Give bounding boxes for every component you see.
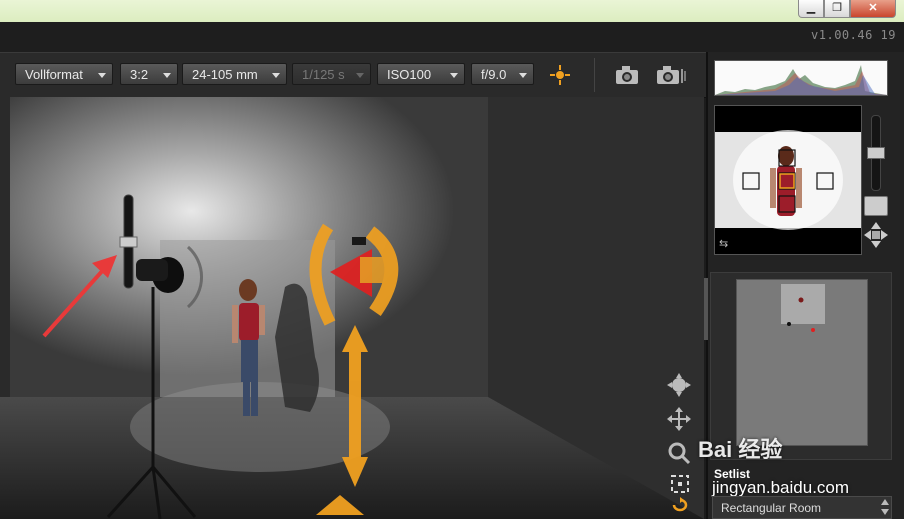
maximize-button[interactable]: ❐ (824, 0, 850, 18)
histogram (714, 60, 888, 96)
camera-icon[interactable] (614, 64, 640, 86)
watermark-url: jingyan.baidu.com (712, 478, 850, 497)
chevron-down-icon (356, 73, 364, 78)
setlist-value: Rectangular Room (721, 501, 822, 515)
floor-plan-room (736, 279, 868, 446)
chevron-down-icon (98, 73, 106, 78)
setlist-spinner-icon[interactable] (880, 497, 890, 517)
chevron-down-icon (519, 73, 527, 78)
chevron-down-icon (450, 73, 458, 78)
format-dropdown[interactable]: Vollformat (15, 63, 113, 85)
chevron-down-icon (163, 73, 171, 78)
zoom-icon[interactable] (667, 441, 691, 465)
iso-dropdown[interactable]: ISO100 (377, 63, 465, 85)
orbit-icon[interactable] (667, 373, 691, 397)
aperture-dropdown[interactable]: f/9.0 (471, 63, 534, 85)
version-label: v1.00.46 19 (811, 28, 896, 42)
pan-icon[interactable] (667, 407, 691, 431)
studio-3d-viewport[interactable] (0, 97, 704, 519)
toolbar-divider (594, 58, 595, 92)
shutter-dropdown[interactable]: 1/125 s (292, 63, 371, 85)
baidu-watermark: Bai 经验 (698, 437, 783, 462)
aspect-ratio-dropdown[interactable]: 3:2 (120, 63, 178, 85)
minimize-button[interactable]: ▁ (798, 0, 824, 18)
preview-zoom-handle[interactable] (867, 147, 885, 159)
chevron-down-icon (272, 73, 280, 78)
fit-view-icon[interactable] (670, 474, 690, 494)
camera-preview[interactable]: ⇆ (714, 105, 862, 255)
camera-series-icon[interactable] (655, 63, 687, 87)
shutter-value: 1/125 s (302, 67, 345, 82)
preview-navigate-icon[interactable] (864, 222, 888, 248)
lens-value: 24-105 mm (192, 67, 258, 82)
panel-resize-handle[interactable] (704, 278, 708, 340)
svg-text:⇆: ⇆ (719, 237, 728, 250)
lens-dropdown[interactable]: 24-105 mm (182, 63, 287, 85)
app-header-bar (0, 22, 904, 52)
reset-view-icon[interactable] (671, 497, 689, 513)
setlist-select[interactable]: Rectangular Room (712, 496, 892, 519)
focus-target-icon[interactable] (548, 63, 572, 87)
ratio-value: 3:2 (130, 67, 149, 82)
close-button[interactable]: ✕ (850, 0, 896, 18)
preview-frame-button[interactable] (864, 196, 888, 216)
light-power-handle[interactable] (119, 236, 138, 248)
aperture-value: f/9.0 (481, 67, 507, 82)
iso-value: ISO100 (387, 67, 432, 82)
window-titlebar (0, 0, 904, 22)
format-value: Vollformat (25, 67, 83, 82)
